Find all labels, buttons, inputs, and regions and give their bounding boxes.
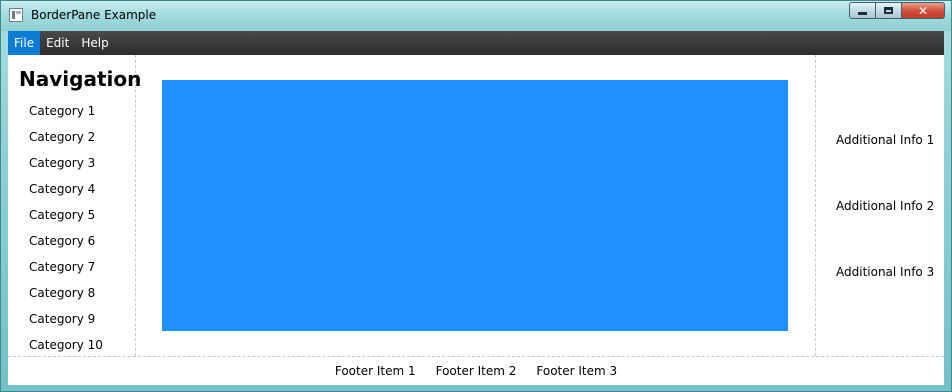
maximize-icon (884, 7, 893, 14)
minimize-icon (858, 12, 867, 15)
window-controls: ✕ (849, 2, 945, 21)
maximize-button[interactable] (875, 2, 901, 19)
nav-category-4[interactable]: Category 4 (29, 182, 95, 196)
app-icon[interactable] (9, 8, 23, 22)
center-pane (136, 55, 815, 356)
footer-bar: Footer Item 1 Footer Item 2 Footer Item … (8, 356, 944, 385)
close-icon: ✕ (917, 3, 929, 18)
footer-item-3: Footer Item 3 (536, 364, 618, 378)
nav-category-2[interactable]: Category 2 (29, 130, 95, 144)
additional-info-1: Additional Info 1 (836, 133, 935, 147)
footer-item-2: Footer Item 2 (435, 364, 517, 378)
additional-info-3: Additional Info 3 (836, 265, 935, 279)
nav-category-7[interactable]: Category 7 (29, 260, 95, 274)
navigation-title: Navigation (19, 67, 142, 91)
menu-file[interactable]: File (8, 31, 41, 55)
nav-category-1[interactable]: Category 1 (29, 104, 95, 118)
border-pane: Navigation Category 1 Category 2 Categor… (8, 55, 944, 385)
close-button[interactable]: ✕ (901, 2, 945, 19)
nav-category-6[interactable]: Category 6 (29, 234, 95, 248)
menu-help[interactable]: Help (75, 31, 114, 55)
footer-item-1: Footer Item 1 (334, 364, 416, 378)
additional-info-2: Additional Info 2 (836, 199, 935, 213)
menu-edit[interactable]: Edit (40, 31, 75, 55)
nav-category-9[interactable]: Category 9 (29, 312, 95, 326)
left-navigation-pane: Navigation Category 1 Category 2 Categor… (8, 55, 141, 356)
center-blue-rectangle (162, 80, 788, 331)
title-bar[interactable]: BorderPane Example ✕ (1, 1, 951, 31)
nav-category-5[interactable]: Category 5 (29, 208, 95, 222)
app-window: BorderPane Example ✕ File Edit Help Navi… (0, 0, 952, 392)
window-title: BorderPane Example (31, 8, 157, 22)
nav-category-10[interactable]: Category 10 (29, 338, 103, 352)
nav-category-8[interactable]: Category 8 (29, 286, 95, 300)
minimize-button[interactable] (849, 2, 875, 19)
right-info-pane: Additional Info 1 Additional Info 2 Addi… (815, 55, 944, 356)
menu-bar: File Edit Help (8, 31, 944, 55)
nav-category-3[interactable]: Category 3 (29, 156, 95, 170)
